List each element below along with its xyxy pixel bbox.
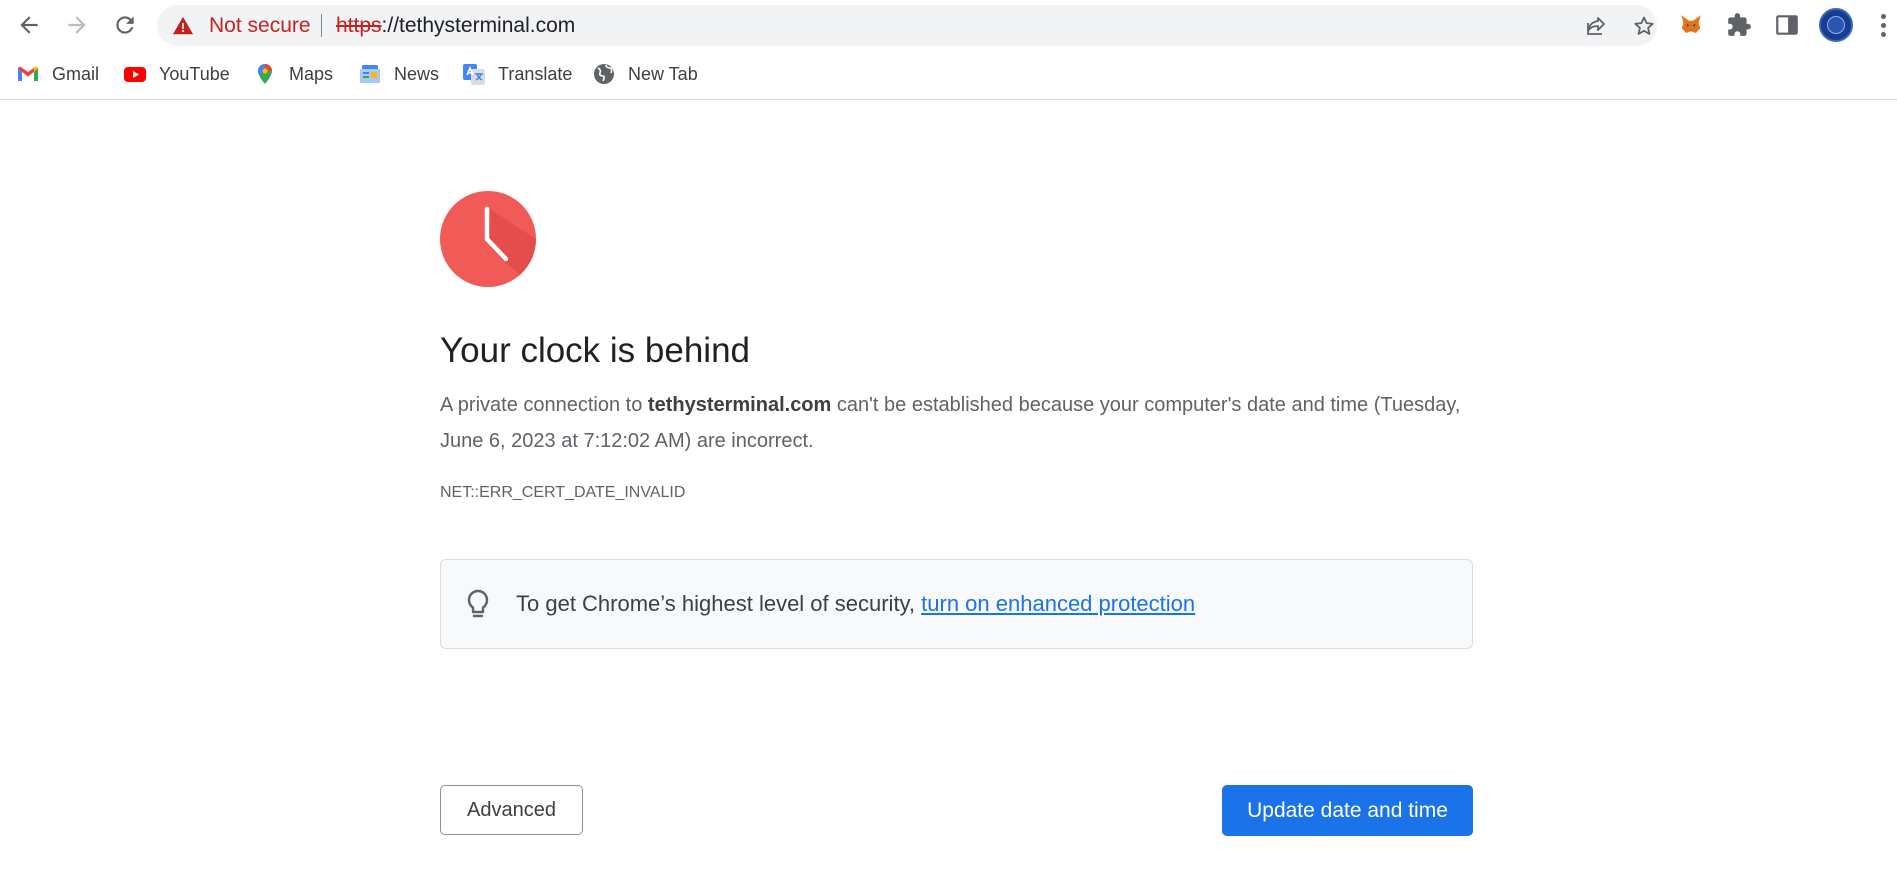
error-code[interactable]: NET::ERR_CERT_DATE_INVALID: [440, 484, 685, 502]
advanced-button[interactable]: Advanced: [440, 785, 583, 835]
bookmark-translate[interactable]: Translate: [462, 60, 572, 88]
enhanced-protection-message: To get Chrome’s highest level of securit…: [516, 591, 922, 616]
avatar-emblem: [1827, 16, 1845, 34]
warning-triangle-icon[interactable]: [172, 15, 194, 37]
enhanced-protection-promo: To get Chrome’s highest level of securit…: [440, 559, 1473, 649]
reload-button[interactable]: [105, 5, 145, 45]
address-bar[interactable]: Not secure https://tethysterminal.com: [157, 5, 1657, 46]
omnibox-divider: [321, 14, 322, 37]
browser-toolbar: Not secure https://tethysterminal.com: [0, 0, 1897, 50]
star-icon[interactable]: [1631, 13, 1657, 39]
update-date-time-button[interactable]: Update date and time: [1222, 785, 1473, 836]
bookmark-label: News: [394, 63, 440, 84]
url-text[interactable]: https://tethysterminal.com: [336, 15, 575, 37]
reload-icon: [116, 16, 134, 34]
error-explanation: A private connection to tethysterminal.c…: [440, 387, 1480, 459]
globe-icon: [592, 62, 616, 86]
gmail-icon: [16, 62, 40, 86]
bookmark-label: Maps: [289, 63, 334, 84]
share-icon[interactable]: [1583, 13, 1609, 39]
arrow-back-icon: [20, 16, 38, 34]
lightbulb-icon: [465, 588, 491, 622]
not-secure-label[interactable]: Not secure: [209, 15, 311, 37]
metamask-fox-icon[interactable]: [1676, 10, 1706, 40]
enhanced-protection-link[interactable]: turn on enhanced protection: [921, 591, 1195, 616]
bookmark-label: Translate: [498, 63, 573, 84]
translate-icon: [462, 62, 486, 86]
kebab-menu-icon[interactable]: [1873, 10, 1893, 40]
news-icon: [358, 62, 382, 86]
profile-avatar[interactable]: [1819, 8, 1853, 42]
puzzle-piece-icon[interactable]: [1724, 10, 1754, 40]
bookmark-news[interactable]: News: [358, 60, 439, 88]
bookmark-gmail[interactable]: Gmail: [16, 60, 99, 88]
bookmark-new-tab[interactable]: New Tab: [592, 60, 698, 88]
page-title: Your clock is behind: [440, 331, 751, 370]
bookmark-label: Gmail: [52, 63, 100, 84]
url-scheme: https: [336, 14, 382, 37]
youtube-icon: [123, 62, 147, 86]
interstitial-page: Your clock is behind A private connectio…: [0, 101, 1897, 874]
bookmark-youtube[interactable]: YouTube: [123, 60, 230, 88]
maps-icon: [253, 62, 277, 86]
explanation-prefix: A private connection to: [440, 394, 648, 416]
bookmark-maps[interactable]: Maps: [253, 60, 333, 88]
bookmark-label: YouTube: [159, 63, 230, 84]
bookmark-label: New Tab: [628, 63, 698, 84]
url-host: ://tethysterminal.com: [381, 14, 576, 37]
side-panel-icon[interactable]: [1772, 10, 1802, 40]
back-button[interactable]: [9, 5, 49, 45]
arrow-forward-icon: [68, 16, 86, 34]
forward-button[interactable]: [57, 5, 97, 45]
enhanced-protection-text: To get Chrome’s highest level of securit…: [516, 591, 1195, 617]
bookmarks-bar: Gmail YouTube Maps News Translate New Ta…: [0, 50, 1897, 100]
explanation-domain: tethysterminal.com: [647, 394, 832, 416]
clock-error-icon: [440, 191, 536, 287]
